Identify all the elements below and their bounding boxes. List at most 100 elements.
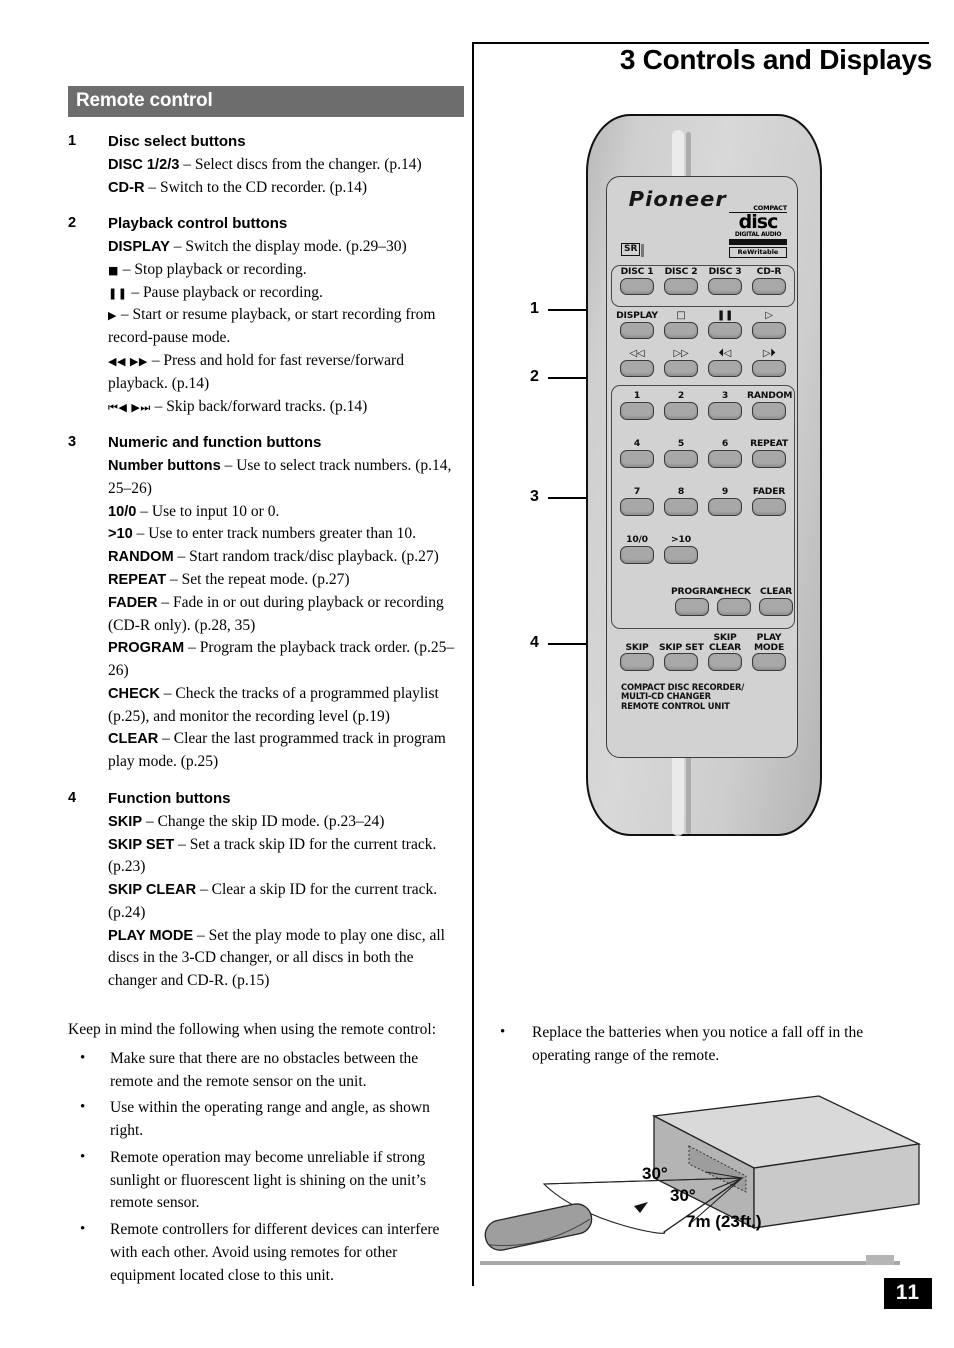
footer-tab-marker — [866, 1255, 894, 1265]
line-glyph-icon: ■ — [108, 263, 119, 277]
key-cap[interactable] — [708, 653, 742, 672]
key-cap[interactable] — [752, 401, 786, 420]
remote-key-cd-r[interactable]: CD-R — [747, 267, 791, 295]
key-cap[interactable] — [620, 277, 654, 295]
remote-key-repeat[interactable]: REPEAT — [747, 439, 791, 468]
key-cap[interactable] — [620, 359, 654, 377]
item-body: Numeric and function buttons Number butto… — [108, 432, 464, 774]
line-term: RANDOM — [108, 549, 174, 566]
remote-key-6[interactable]: 6 — [703, 439, 747, 468]
range-diagram-svg — [484, 1095, 922, 1251]
remote-key-disc-1[interactable]: DISC 1 — [615, 267, 659, 295]
remote-key-3[interactable]: 3 — [703, 391, 747, 420]
key-cap[interactable] — [620, 401, 654, 420]
remote-key-random[interactable]: RANDOM — [747, 390, 793, 420]
remote-key-7[interactable]: 7 — [615, 487, 659, 516]
key-cap[interactable] — [752, 653, 786, 672]
key-label: XSKIP — [625, 641, 649, 653]
remote-key-function-3[interactable]: SKIP CLEAR — [703, 633, 747, 672]
key-cap[interactable] — [664, 449, 698, 468]
item-line: ◀◀ ▶▶ – Press and hold for fast reverse/… — [108, 351, 404, 392]
key-label: FADER — [752, 486, 786, 497]
key-cap[interactable] — [708, 401, 742, 420]
key-label: 10/0 — [626, 534, 648, 545]
playback-row-1: DISPLAY □ ❚❚ ▷ — [615, 311, 791, 339]
item-heading: Numeric and function buttons — [108, 434, 322, 452]
remote-key-fader[interactable]: FADER — [747, 487, 791, 516]
key-cap[interactable] — [675, 597, 709, 616]
remote-key-playback-b1[interactable]: ◁◁ — [615, 349, 659, 377]
key-cap[interactable] — [752, 449, 786, 468]
key-label: RANDOM — [747, 390, 793, 401]
remote-key-4[interactable]: 4 — [615, 439, 659, 468]
item-lines: DISC 1/2/3 – Select discs from the chang… — [108, 154, 464, 200]
key-cap[interactable] — [708, 321, 742, 339]
remote-key-playback-a3[interactable]: ❚❚ — [703, 311, 747, 339]
key-cap[interactable] — [620, 497, 654, 516]
key-cap[interactable] — [620, 545, 654, 564]
right-column-notes: Replace the batteries when you notice a … — [486, 1021, 906, 1068]
remote-key-1[interactable]: 1 — [615, 391, 659, 420]
callout-4: 4 — [530, 634, 539, 651]
numeric-row-1: 1 2 3 RANDOM — [615, 390, 793, 420]
key-cap[interactable] — [752, 359, 786, 377]
remote-key-function-1[interactable]: XSKIP — [615, 633, 659, 672]
key-cap[interactable] — [664, 653, 698, 672]
key-cap[interactable] — [664, 277, 698, 295]
operating-range-diagram: 30° 30° 7m (23ft.) — [474, 1086, 934, 1266]
remote-key-playback-a2[interactable]: □ — [659, 311, 703, 339]
remote-key-playback-a4[interactable]: ▷ — [747, 311, 791, 339]
remote-key-5[interactable]: 5 — [659, 439, 703, 468]
key-cap[interactable] — [708, 449, 742, 468]
key-cap[interactable] — [664, 401, 698, 420]
key-label: 4 — [633, 438, 641, 449]
remote-key-disc-2[interactable]: DISC 2 — [659, 267, 703, 295]
numbered-item: 2 Playback control buttons DISPLAY – Switc… — [68, 213, 464, 418]
key-cap[interactable] — [664, 497, 698, 516]
key-cap[interactable] — [752, 321, 786, 339]
key-label: CD-R — [756, 266, 782, 277]
key-label: ▷▷ — [673, 348, 689, 359]
key-cap[interactable] — [620, 321, 654, 339]
key-cap[interactable] — [717, 597, 751, 616]
line-glyph-icon: ⏮◀ ▶⏭ — [108, 400, 151, 414]
remote-faceplate: Pioneer SR COMPACT disc DIGITAL AUDIO Re… — [606, 176, 798, 758]
keypad-spacer — [747, 535, 791, 564]
key-cap[interactable] — [752, 497, 786, 516]
remote-key-2[interactable]: 2 — [659, 391, 703, 420]
key-cap[interactable] — [759, 597, 793, 616]
item-line: RANDOM – Start random track/disc playbac… — [108, 548, 439, 566]
item-number: 4 — [68, 790, 77, 806]
remote-key--10[interactable]: >10 — [659, 535, 703, 564]
line-term: SKIP CLEAR — [108, 882, 197, 899]
remote-key-check[interactable]: CHECK — [713, 587, 755, 616]
remote-key-function-4[interactable]: PLAY MODE — [747, 633, 791, 672]
key-cap[interactable] — [664, 321, 698, 339]
item-line: ■ – Stop playback or recording. — [108, 260, 307, 278]
key-cap[interactable] — [664, 359, 698, 377]
remote-key-9[interactable]: 9 — [703, 487, 747, 516]
remote-key-disc-3[interactable]: DISC 3 — [703, 267, 747, 295]
item-lines: DISPLAY – Switch the display mode. (p.29… — [108, 236, 464, 418]
key-cap[interactable] — [708, 359, 742, 377]
remote-key-playback-a1[interactable]: DISPLAY — [615, 311, 659, 339]
item-line: SKIP CLEAR – Clear a skip ID for the cur… — [108, 881, 438, 921]
remote-key-playback-b3[interactable]: ⏴◁ — [703, 349, 747, 377]
cd-logo-disc-text: disc — [729, 212, 787, 232]
item-line: CHECK – Check the tracks of a programmed… — [108, 684, 439, 725]
key-cap[interactable] — [620, 449, 654, 468]
key-cap[interactable] — [708, 277, 742, 295]
key-label: 6 — [721, 438, 729, 449]
remote-key-function-2[interactable]: XSKIP SET — [659, 633, 704, 672]
key-cap[interactable] — [708, 497, 742, 516]
key-cap[interactable] — [620, 653, 654, 672]
remote-key-playback-b4[interactable]: ▷⏵ — [747, 349, 791, 377]
key-cap[interactable] — [752, 277, 786, 295]
remote-key-10-0[interactable]: 10/0 — [615, 535, 659, 564]
item-lines: SKIP – Change the skip ID mode. (p.23–24… — [108, 811, 464, 993]
key-cap[interactable] — [664, 545, 698, 564]
remote-key-clear[interactable]: CLEAR — [755, 587, 797, 616]
remote-key-program[interactable]: PROGRAM — [671, 587, 722, 616]
remote-key-playback-b2[interactable]: ▷▷ — [659, 349, 703, 377]
remote-key-8[interactable]: 8 — [659, 487, 703, 516]
